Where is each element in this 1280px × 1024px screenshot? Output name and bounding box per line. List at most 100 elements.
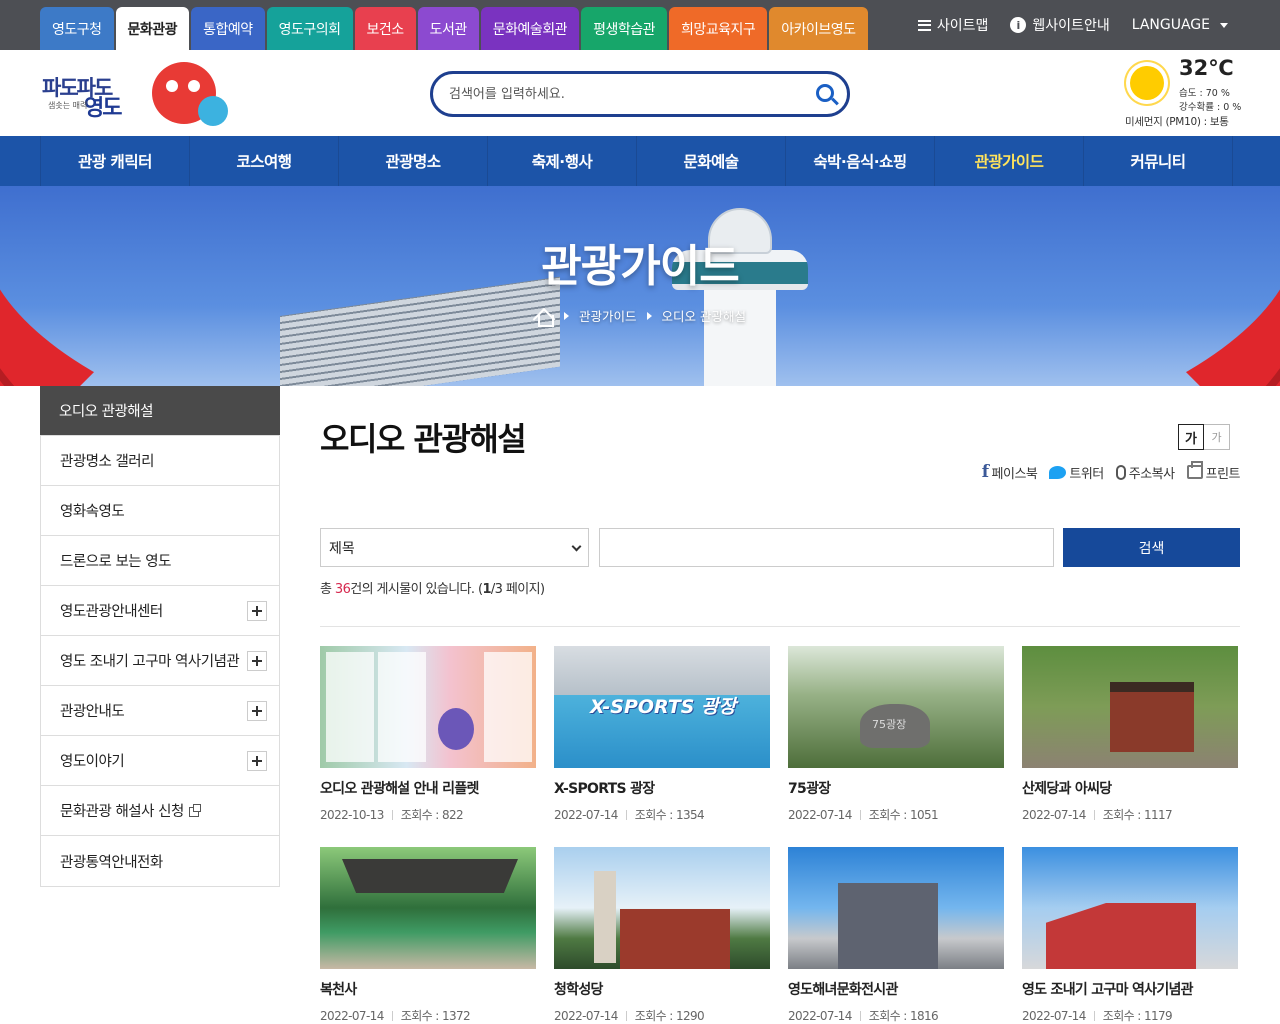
print-button[interactable]: 프린트 <box>1186 461 1241 482</box>
side-nav-item-sweet-potato-museum[interactable]: 영도 조내기 고구마 역사기념관 <box>41 636 279 686</box>
item-title[interactable]: 영도해녀문화전시관 <box>788 979 1004 999</box>
side-nav-item-commentator-apply[interactable]: 문화관광 해설사 신청 <box>41 786 279 836</box>
language-dropdown[interactable]: LANGUAGE <box>1132 17 1228 33</box>
side-nav-label: 오디오 관광해설 <box>59 404 154 420</box>
gallery-item[interactable]: 청학성당 2022-07-14 조회수 : 1290 <box>554 847 770 1024</box>
thumbnail-image[interactable] <box>320 646 536 768</box>
leaflet-panel <box>326 652 374 762</box>
gallery-item[interactable]: 산제당과 아씨당 2022-07-14 조회수 : 1117 <box>1022 646 1238 823</box>
views-label: 조회수 : <box>868 808 910 822</box>
side-nav-item-info-center[interactable]: 영도관광안내센터 <box>41 586 279 636</box>
side-nav-item-drone[interactable]: 드론으로 보는 영도 <box>41 536 279 586</box>
thumbnail-image[interactable] <box>788 847 1004 969</box>
thumbnail-sign: 75광장 <box>872 718 907 731</box>
site-tab-health[interactable]: 보건소 <box>354 7 416 50</box>
thumbnail-image[interactable]: 75광장 <box>788 646 1004 768</box>
share-bar: f 페이스북 트위터 주소복사 프린트 <box>982 461 1241 482</box>
side-nav-item-story[interactable]: 영도이야기 <box>41 736 279 786</box>
divider <box>320 626 1240 627</box>
humidity: 습도 : 70 % <box>1179 88 1230 99</box>
nav-item-community[interactable]: 커뮤니티 <box>1084 136 1233 186</box>
nav-item-tour-guide[interactable]: 관광가이드 <box>935 136 1084 186</box>
gallery-item[interactable]: X-SPORTS 광장 X-SPORTS 광장 2022-07-14 조회수 : … <box>554 646 770 823</box>
thumbnail-image[interactable]: X-SPORTS 광장 <box>554 646 770 768</box>
breadcrumb-item-current[interactable]: 오디오 관광해설 <box>662 306 746 325</box>
leaflet-panel <box>378 652 426 762</box>
breadcrumb-item-guide[interactable]: 관광가이드 <box>579 306 637 325</box>
website-guide-label: 웹사이트안내 <box>1032 18 1110 34</box>
views-label: 조회수 : <box>868 1009 910 1023</box>
item-date: 2022-07-14 <box>320 1009 384 1023</box>
font-small-button[interactable]: 가 <box>1204 424 1230 450</box>
page-title: 오디오 관광해설 <box>320 420 527 458</box>
sitemap-link[interactable]: 사이트맵 <box>917 15 988 35</box>
thumbnail-image[interactable] <box>1022 847 1238 969</box>
nav-item-character[interactable]: 관광 캐릭터 <box>41 136 190 186</box>
site-tab-council[interactable]: 영도구의회 <box>266 7 353 50</box>
thumbnail-image[interactable] <box>320 847 536 969</box>
site-tab-reservation[interactable]: 통합예약 <box>191 7 265 50</box>
site-tab-yeongdo-gu[interactable]: 영도구청 <box>40 7 114 50</box>
menu-icon <box>917 19 931 31</box>
site-tab-library[interactable]: 도서관 <box>417 7 479 50</box>
expand-plus-icon[interactable] <box>247 651 267 671</box>
item-title[interactable]: 75광장 <box>788 778 1004 798</box>
search-field-select[interactable]: 제목 <box>320 528 589 567</box>
thumbnail-image[interactable] <box>1022 646 1238 768</box>
side-nav-item-audio-guide[interactable]: 오디오 관광해설 <box>40 386 280 436</box>
side-nav-item-movie[interactable]: 영화속영도 <box>41 486 279 536</box>
gallery-item[interactable]: 75광장 75광장 2022-07-14 조회수 : 1051 <box>788 646 1004 823</box>
site-logo[interactable]: 파도파도 영도 샘솟는 매력 <box>40 58 235 130</box>
site-tab-culture-tourism[interactable]: 문화관광 <box>115 7 190 50</box>
info-icon: i <box>1010 17 1027 33</box>
side-nav-item-interpretation-phone[interactable]: 관광통역안내전화 <box>41 836 279 886</box>
item-title[interactable]: 영도 조내기 고구마 역사기념관 <box>1022 979 1238 999</box>
side-nav-label: 관광통역안내전화 <box>60 854 163 871</box>
home-icon[interactable] <box>534 307 554 327</box>
side-nav-label: 관광명소 갤러리 <box>60 454 155 470</box>
utility-menu: 사이트맵 i 웹사이트안내 LANGUAGE <box>917 0 1228 50</box>
monument-stone: 75광장 <box>860 704 930 748</box>
gallery-item[interactable]: 복천사 2022-07-14 조회수 : 1372 <box>320 847 536 1024</box>
temperature: 32℃ <box>1179 56 1234 80</box>
expand-plus-icon[interactable] <box>247 601 267 621</box>
expand-plus-icon[interactable] <box>247 701 267 721</box>
site-tab-archive[interactable]: 아카이브영도 <box>769 7 868 50</box>
nav-item-attractions[interactable]: 관광명소 <box>339 136 488 186</box>
twitter-share-button[interactable]: 트위터 <box>1049 463 1104 482</box>
font-large-button[interactable]: 가 <box>1178 424 1204 450</box>
nav-item-stay-food-shop[interactable]: 숙박·음식·쇼핑 <box>786 136 935 186</box>
nav-item-course[interactable]: 코스여행 <box>190 136 339 186</box>
keyword-input[interactable] <box>600 529 1053 566</box>
thumbnail-image[interactable] <box>554 847 770 969</box>
site-tab-lifelong-learning[interactable]: 평생학습관 <box>581 7 667 50</box>
nav-item-culture-arts[interactable]: 문화예술 <box>637 136 786 186</box>
item-title[interactable]: X-SPORTS 광장 <box>554 778 770 798</box>
item-title[interactable]: 청학성당 <box>554 979 770 999</box>
item-views: 1816 <box>909 1009 939 1023</box>
side-nav-item-gallery[interactable]: 관광명소 갤러리 <box>41 436 279 486</box>
expand-plus-icon[interactable] <box>247 751 267 771</box>
search-input[interactable] <box>449 83 809 105</box>
search-icon[interactable] <box>816 84 834 102</box>
gallery-item[interactable]: 영도해녀문화전시관 2022-07-14 조회수 : 1816 <box>788 847 1004 1024</box>
views-label: 조회수 : <box>634 1009 676 1023</box>
site-tab-hope-education[interactable]: 희망교육지구 <box>668 7 768 50</box>
copy-url-button[interactable]: 주소복사 <box>1115 463 1175 482</box>
nav-item-festival[interactable]: 축제·행사 <box>488 136 637 186</box>
search-button[interactable]: 검색 <box>1063 528 1240 567</box>
item-title[interactable]: 오디오 관광해설 안내 리플렛 <box>320 778 536 798</box>
facebook-share-button[interactable]: f 페이스북 <box>982 462 1038 482</box>
item-title[interactable]: 복천사 <box>320 979 536 999</box>
website-guide-link[interactable]: i 웹사이트안내 <box>1010 15 1110 35</box>
item-views: 1117 <box>1143 808 1173 822</box>
item-meta: 2022-07-14 조회수 : 1179 <box>1022 1007 1238 1024</box>
item-meta: 2022-07-14 조회수 : 1117 <box>1022 806 1238 823</box>
views-label: 조회수 : <box>1102 808 1144 822</box>
site-tab-arts-center[interactable]: 문화예술회관 <box>480 7 580 50</box>
item-title[interactable]: 산제당과 아씨당 <box>1022 778 1238 798</box>
gallery-item[interactable]: 영도 조내기 고구마 역사기념관 2022-07-14 조회수 : 1179 <box>1022 847 1238 1024</box>
item-meta: 2022-07-14 조회수 : 1051 <box>788 806 1004 823</box>
side-nav-item-map[interactable]: 관광안내도 <box>41 686 279 736</box>
gallery-item[interactable]: 오디오 관광해설 안내 리플렛 2022-10-13 조회수 : 822 <box>320 646 536 823</box>
